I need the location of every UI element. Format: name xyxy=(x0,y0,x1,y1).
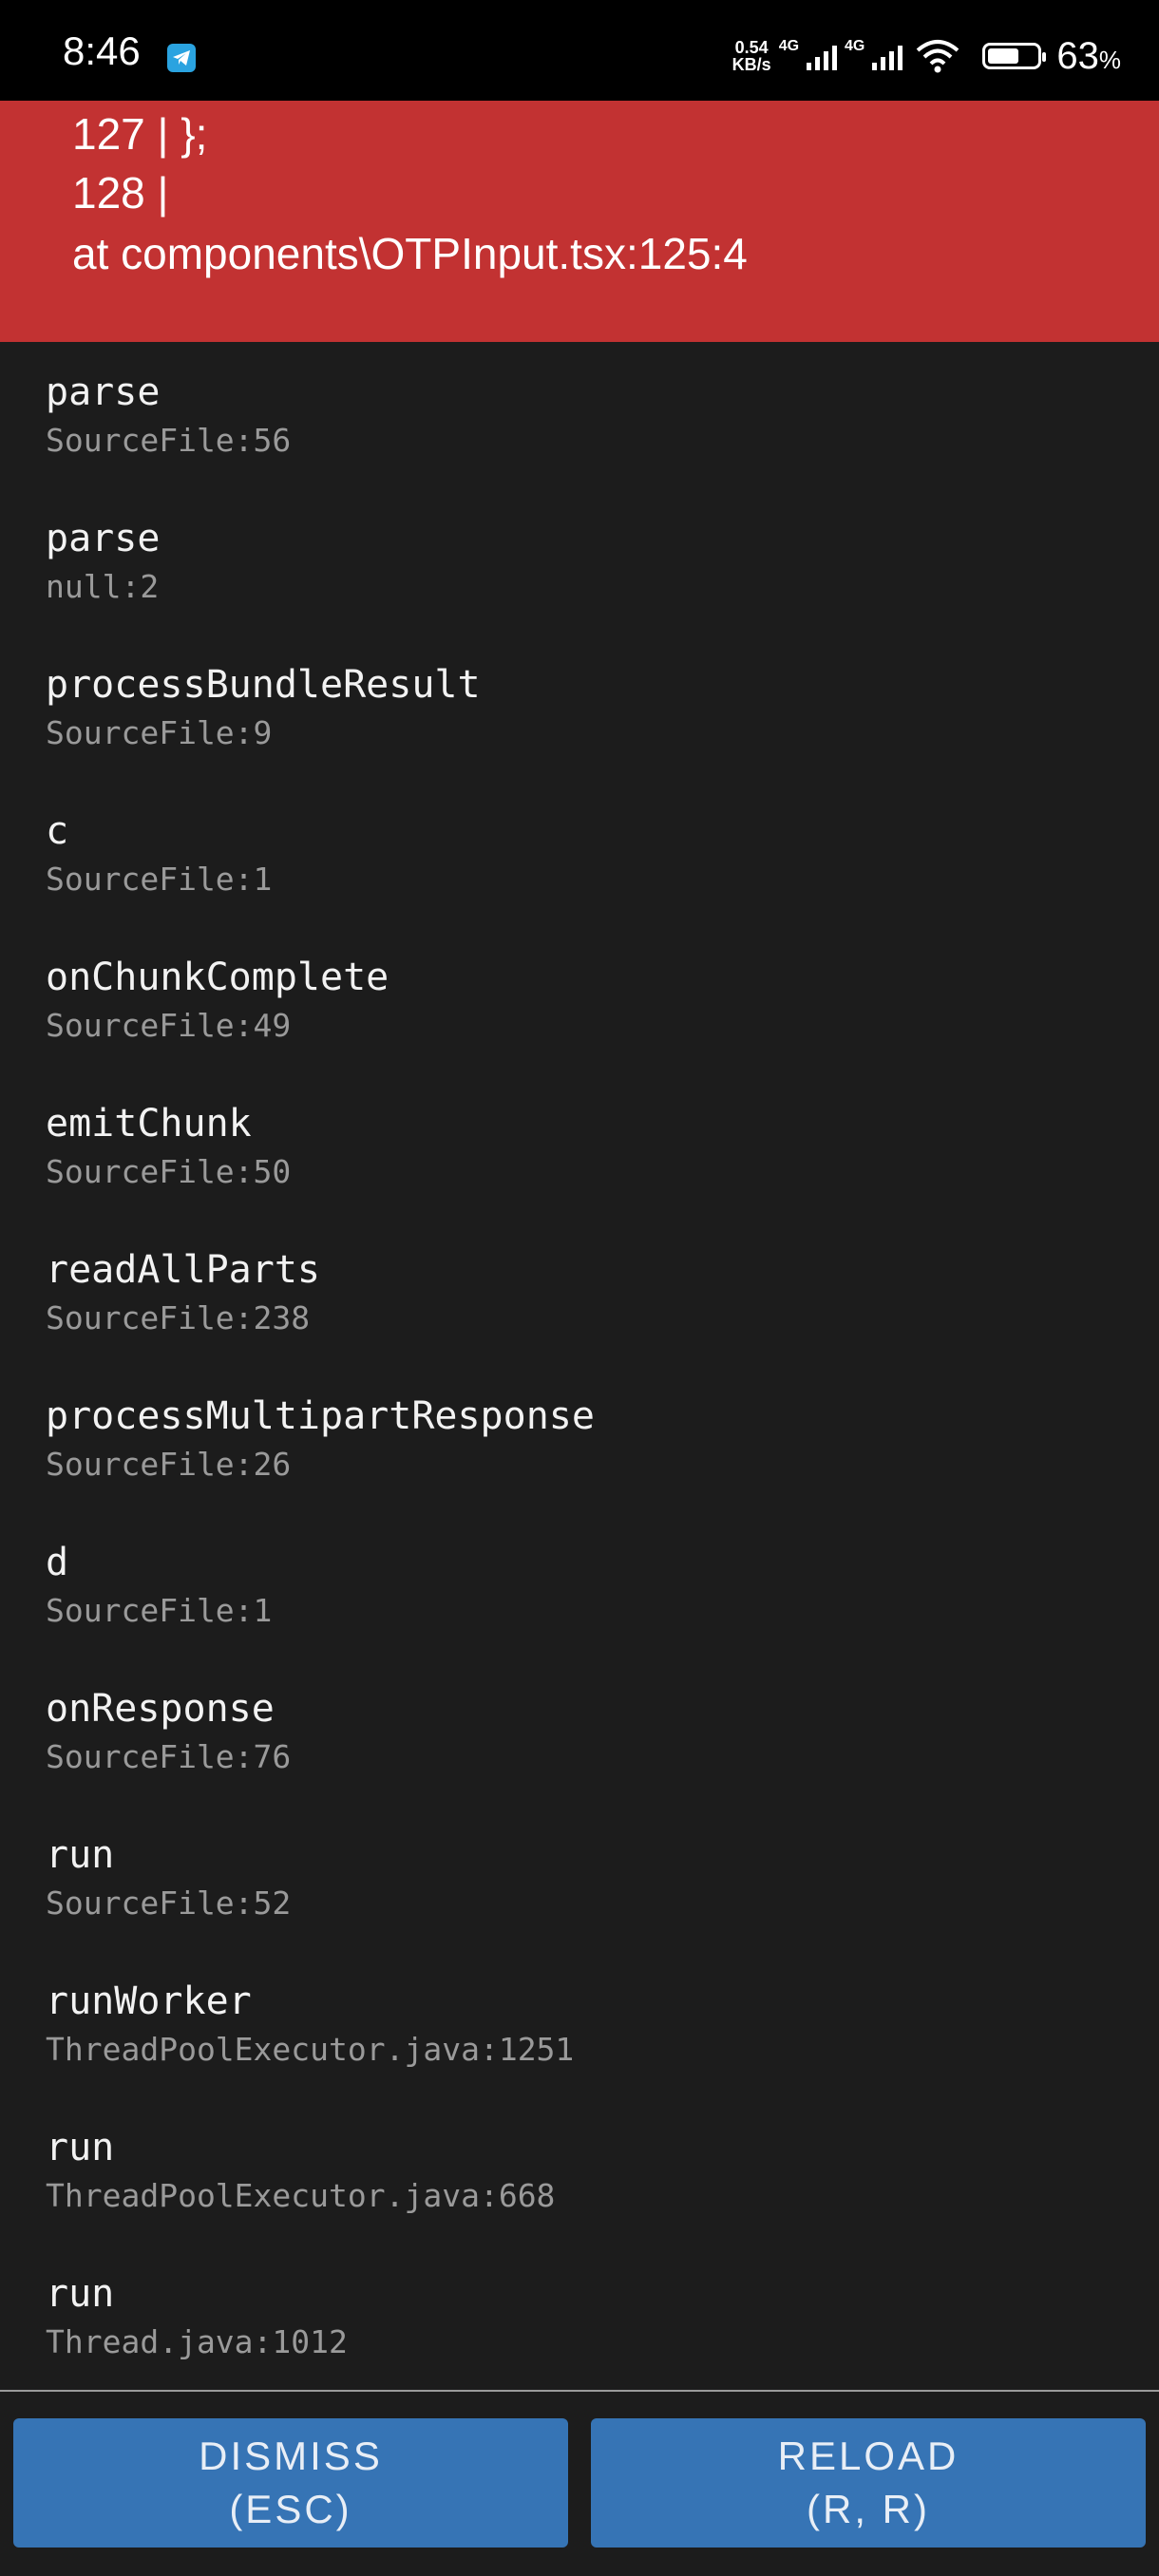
battery-icon xyxy=(982,43,1047,69)
stack-frame-location: SourceFile:52 xyxy=(46,1885,292,1922)
battery-percent-value: 63 xyxy=(1056,34,1099,77)
network-speed-value: 0.54 xyxy=(734,38,769,57)
status-bar: 8:46 0.54 KB/s 4G 4G 63% xyxy=(0,0,1159,101)
battery-level xyxy=(988,48,1019,64)
error-location: at components\OTPInput.tsx:125:4 xyxy=(72,229,748,278)
stack-frame-location: SourceFile:9 xyxy=(46,714,273,751)
stack-frame-location: SourceFile:50 xyxy=(46,1153,292,1190)
error-line: 127 | }; xyxy=(72,109,208,159)
stack-frame-method: processMultipartResponse xyxy=(46,1394,595,1438)
stack-frame[interactable]: emitChunk SourceFile:50 xyxy=(46,1102,291,1190)
stack-frame-method: run xyxy=(46,1833,115,1877)
sim1-signal-icon xyxy=(807,42,838,70)
dismiss-button-shortcut: (ESC) xyxy=(229,2487,352,2531)
stack-frame[interactable]: onChunkComplete SourceFile:49 xyxy=(46,956,389,1044)
stack-frame-method: onResponse xyxy=(46,1687,275,1731)
stack-frame-method: c xyxy=(46,809,69,853)
reload-button[interactable]: RELOAD (R, R) xyxy=(591,2418,1146,2548)
stack-frame[interactable]: run Thread.java:1012 xyxy=(46,2272,348,2360)
stack-frame-method: emitChunk xyxy=(46,1102,252,1146)
status-time: 8:46 xyxy=(63,28,141,73)
stack-frame-location: ThreadPoolExecutor.java:668 xyxy=(46,2177,556,2214)
stack-frame[interactable]: run ThreadPoolExecutor.java:668 xyxy=(46,2126,555,2214)
sim1-network-type: 4G xyxy=(778,38,800,54)
sim2-network-type: 4G xyxy=(845,38,865,54)
stack-frame[interactable]: d SourceFile:1 xyxy=(46,1541,272,1629)
stack-frame-location: SourceFile:49 xyxy=(46,1007,292,1044)
stack-frame-location: SourceFile:26 xyxy=(46,1446,292,1483)
stack-frame-method: run xyxy=(46,2272,115,2316)
status-indicators: 0.54 KB/s 4G 4G 63% xyxy=(732,32,1121,80)
battery-percent-unit: % xyxy=(1098,45,1121,74)
wifi-icon xyxy=(917,40,960,73)
stack-frame[interactable]: runWorker ThreadPoolExecutor.java:1251 xyxy=(46,1979,574,2068)
stack-frame[interactable]: readAllParts SourceFile:238 xyxy=(46,1248,320,1336)
stack-frame-location: Thread.java:1012 xyxy=(46,2323,348,2360)
stack-frame[interactable]: processMultipartResponse SourceFile:26 xyxy=(46,1394,595,1483)
stack-frame-method: run xyxy=(46,2126,115,2169)
stack-frame-method: runWorker xyxy=(46,1979,252,2023)
sim2-signal-icon xyxy=(872,42,903,70)
stack-frame-location: SourceFile:1 xyxy=(46,861,273,898)
dismiss-button[interactable]: DISMISS (ESC) xyxy=(13,2418,568,2548)
error-header: 127 | }; 128 | at components\OTPInput.ts… xyxy=(0,101,1159,342)
stack-frame[interactable]: c SourceFile:1 xyxy=(46,809,272,898)
stack-frame[interactable]: parse null:2 xyxy=(46,517,160,605)
stack-frame[interactable]: onResponse SourceFile:76 xyxy=(46,1687,291,1775)
stack-frame-method: d xyxy=(46,1541,69,1584)
stack-frame-location: SourceFile:238 xyxy=(46,1299,311,1336)
network-speed-unit: KB/s xyxy=(732,55,771,74)
stack-frame-location: SourceFile:56 xyxy=(46,422,292,459)
stack-frame[interactable]: parse SourceFile:56 xyxy=(46,370,291,459)
stack-frame-location: SourceFile:76 xyxy=(46,1738,292,1775)
stack-frame-location: SourceFile:1 xyxy=(46,1592,273,1629)
stack-frame-location: ThreadPoolExecutor.java:1251 xyxy=(46,2031,575,2068)
stack-frame-method: parse xyxy=(46,370,161,414)
stack-frame[interactable]: run SourceFile:52 xyxy=(46,1833,291,1922)
error-line: 128 | xyxy=(72,168,169,218)
battery-percent: 63% xyxy=(1056,35,1121,78)
stack-frame-method: readAllParts xyxy=(46,1248,320,1292)
stack-frame[interactable]: processBundleResult SourceFile:9 xyxy=(46,663,481,751)
reload-button-shortcut: (R, R) xyxy=(807,2487,930,2531)
dismiss-button-label: DISMISS xyxy=(199,2434,383,2478)
network-speed: 0.54 KB/s xyxy=(732,39,771,73)
stack-frame-location: null:2 xyxy=(46,568,160,605)
footer-divider xyxy=(0,2390,1159,2392)
stack-frame-method: onChunkComplete xyxy=(46,956,390,999)
reload-button-label: RELOAD xyxy=(777,2434,960,2478)
stack-frame-method: parse xyxy=(46,517,161,560)
telegram-icon xyxy=(167,44,196,72)
stack-frame-method: processBundleResult xyxy=(46,663,481,707)
